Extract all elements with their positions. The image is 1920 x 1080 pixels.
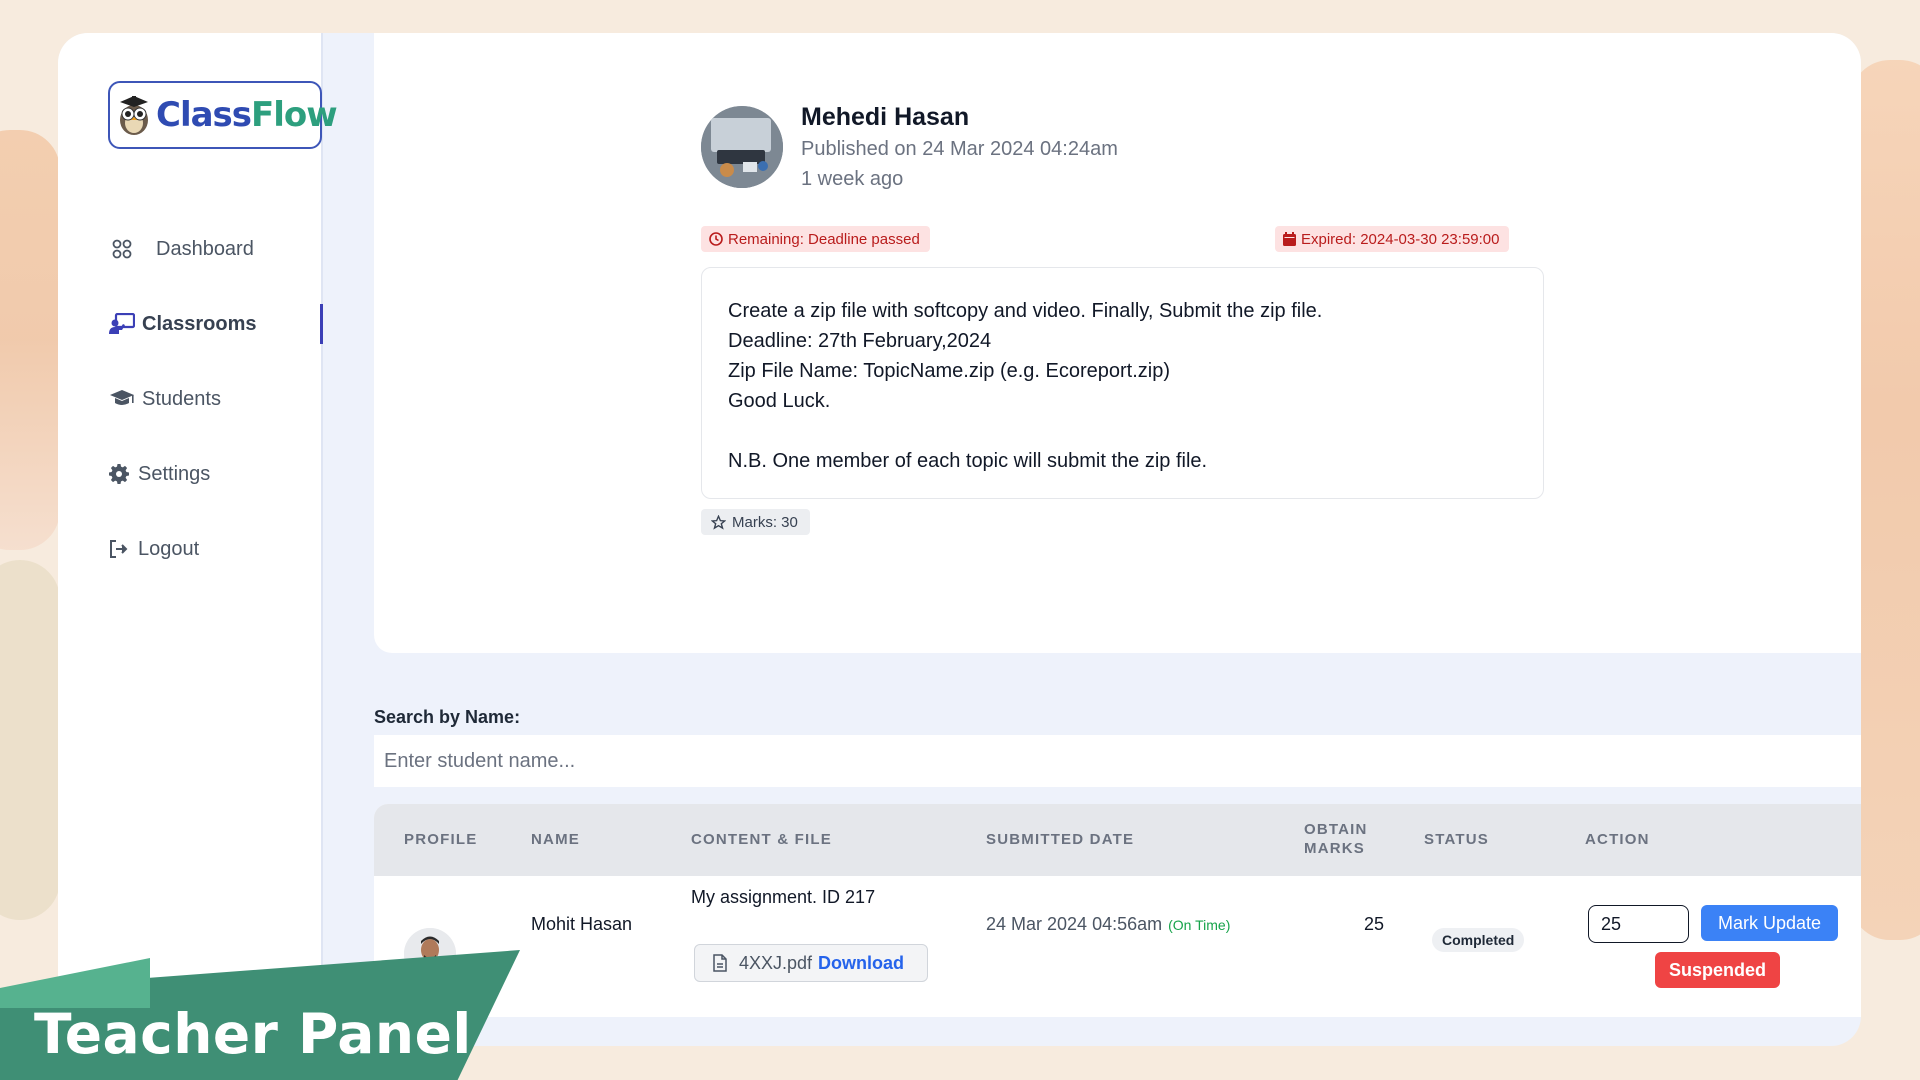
sidebar-item-label: Students — [142, 387, 221, 410]
submitted-date: 24 Mar 2024 04:56am (On Time) — [986, 914, 1231, 934]
download-link[interactable]: Download — [818, 953, 904, 974]
file-name: 4XXJ.pdf — [739, 952, 813, 973]
table-header: PROFILE NAME CONTENT & FILE SUBMITTED DA… — [374, 804, 1861, 876]
obtained-marks: 25 — [1364, 914, 1385, 934]
sidebar-item-label: Dashboard — [156, 237, 254, 260]
header-profile: PROFILE — [404, 831, 478, 848]
app-window: ClassFlow Dashboard Classrooms Students … — [58, 33, 1861, 1046]
student-name: Mohit Hasan — [531, 914, 633, 934]
author-avatar — [701, 106, 783, 188]
marks-input[interactable] — [1588, 905, 1689, 943]
owl-logo-icon — [114, 92, 154, 138]
marks-text: Marks: 30 — [732, 513, 798, 531]
search-input[interactable] — [374, 735, 1861, 787]
header-action: ACTION — [1585, 831, 1650, 848]
clock-icon — [709, 232, 723, 246]
description-line: Create a zip file with softcopy and vide… — [728, 300, 1323, 322]
background-decoration — [0, 130, 60, 550]
description-line: Zip File Name: TopicName.zip (e.g. Ecore… — [728, 360, 1171, 382]
description-line: Deadline: 27th February,2024 — [728, 330, 992, 352]
search-label: Search by Name: — [374, 707, 521, 727]
header-name: NAME — [531, 831, 580, 848]
header-content: CONTENT & FILE — [691, 831, 832, 848]
grid-icon — [108, 237, 136, 261]
description-line — [728, 416, 1517, 446]
on-time-label: (On Time) — [1168, 917, 1231, 933]
sidebar-item-students[interactable]: Students — [108, 379, 323, 419]
header-status: STATUS — [1424, 831, 1489, 848]
header-marks: OBTAIN MARKS — [1304, 821, 1368, 857]
app-logo[interactable]: ClassFlow — [108, 81, 338, 149]
sidebar-item-dashboard[interactable]: Dashboard — [108, 229, 323, 269]
assignment-description: Create a zip file with softcopy and vide… — [701, 267, 1544, 499]
file-attachment: 4XXJ.pdf Download — [694, 944, 928, 982]
gear-icon — [108, 462, 130, 486]
banner-title: Teacher Panel — [34, 1002, 472, 1066]
sidebar-item-label: Settings — [138, 462, 211, 485]
star-icon — [711, 514, 726, 530]
submission-content: My assignment. ID 217 — [691, 887, 876, 907]
calendar-icon — [1283, 232, 1296, 246]
sidebar: ClassFlow Dashboard Classrooms Students … — [58, 33, 338, 1046]
submissions-table: PROFILE NAME CONTENT & FILE SUBMITTED DA… — [374, 804, 1861, 1017]
marks-badge: Marks: 30 — [701, 509, 810, 535]
description-line: N.B. One member of each topic will submi… — [728, 450, 1208, 472]
file-icon — [713, 954, 727, 972]
sidebar-item-label: Logout — [138, 537, 200, 560]
sidebar-item-logout[interactable]: Logout — [108, 529, 323, 569]
suspended-button[interactable]: Suspended — [1655, 952, 1780, 988]
sidebar-item-classrooms[interactable]: Classrooms — [108, 304, 323, 344]
remaining-text: Remaining: Deadline passed — [728, 230, 920, 248]
logo-text: ClassFlow — [156, 95, 338, 135]
graduation-cap-icon — [108, 387, 136, 411]
classroom-icon — [108, 312, 136, 336]
relative-time: 1 week ago — [801, 168, 904, 190]
header-submitted: SUBMITTED DATE — [986, 831, 1135, 848]
expired-text: Expired: 2024-03-30 23:59:00 — [1301, 230, 1500, 248]
background-decoration — [0, 560, 60, 920]
expired-badge: Expired: 2024-03-30 23:59:00 — [1275, 226, 1510, 252]
author-name: Mehedi Hasan — [801, 103, 970, 131]
mark-update-button[interactable]: Mark Update — [1701, 905, 1838, 941]
description-line: Good Luck. — [728, 390, 831, 412]
sidebar-item-settings[interactable]: Settings — [108, 454, 323, 494]
remaining-badge: Remaining: Deadline passed — [701, 226, 930, 252]
sidebar-item-label: Classrooms — [142, 312, 257, 335]
published-date: Published on 24 Mar 2024 04:24am — [801, 138, 1118, 160]
status-badge: Completed — [1432, 928, 1525, 952]
logout-icon — [108, 537, 130, 561]
